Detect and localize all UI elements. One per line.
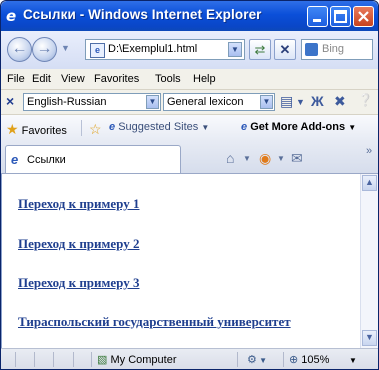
address-dropdown-button[interactable]: ▼ bbox=[228, 42, 242, 57]
cut-icon[interactable]: ✖ bbox=[334, 93, 346, 110]
close-toolbar-icon[interactable]: × bbox=[6, 93, 14, 109]
language-select[interactable]: English-Russian ▼ bbox=[23, 93, 161, 111]
tab-label: Ссылки bbox=[27, 154, 66, 166]
menu-tools[interactable]: Tools bbox=[155, 73, 181, 85]
computer-icon: ▧ bbox=[97, 354, 108, 366]
mail-icon[interactable]: ✉ bbox=[291, 150, 303, 167]
link-example-2[interactable]: Переход к примеру 2 bbox=[18, 236, 139, 252]
close-button[interactable] bbox=[353, 6, 374, 27]
help-icon[interactable]: ❔ bbox=[358, 93, 373, 107]
refresh-icon: ⇄ bbox=[254, 42, 266, 57]
menu-favorites[interactable]: Favorites bbox=[94, 73, 139, 85]
separator bbox=[53, 352, 54, 367]
address-bar[interactable]: e D:\Exemplul1.html ▼ bbox=[85, 39, 245, 60]
chevron-down-icon: ▼ bbox=[201, 123, 210, 132]
search-box[interactable]: Bing bbox=[301, 39, 373, 60]
address-input[interactable]: D:\Exemplul1.html bbox=[108, 43, 197, 55]
ie-icon: e bbox=[109, 121, 116, 133]
scroll-down-button[interactable]: ▼ bbox=[362, 330, 377, 346]
zone-indicator[interactable]: ▧ My Computer bbox=[97, 353, 177, 366]
favorites-bar: ★ Favorites ☆ e Suggested Sites ▼ e Get … bbox=[1, 115, 378, 141]
separator bbox=[81, 120, 82, 136]
link-example-3[interactable]: Переход к примеру 3 bbox=[18, 275, 139, 291]
add-star-icon: ☆ bbox=[89, 121, 102, 137]
search-input[interactable]: Bing bbox=[322, 43, 344, 55]
link-example-1[interactable]: Переход к примеру 1 bbox=[18, 196, 139, 212]
separator bbox=[283, 352, 284, 367]
feeds-dropdown-icon[interactable]: ▼ bbox=[277, 154, 285, 163]
separator bbox=[91, 352, 92, 367]
separator bbox=[73, 352, 74, 367]
favorites-label: Favorites bbox=[21, 125, 67, 137]
forward-arrow-icon: → bbox=[36, 40, 53, 57]
menu-help[interactable]: Help bbox=[193, 73, 216, 85]
suggested-sites-button[interactable]: e Suggested Sites ▼ bbox=[109, 121, 209, 133]
maximize-icon bbox=[334, 10, 347, 23]
back-button[interactable]: ← bbox=[7, 37, 32, 62]
ie-icon: e bbox=[11, 152, 19, 167]
chevron-down-icon: ▼ bbox=[348, 123, 357, 132]
chevron-down-icon: ▼ bbox=[260, 95, 273, 109]
more-tools-icon[interactable]: » bbox=[366, 145, 372, 157]
ie-logo-icon: e bbox=[6, 7, 17, 25]
zoom-level: 105% bbox=[301, 354, 330, 366]
bing-icon bbox=[305, 43, 318, 56]
get-addons-button[interactable]: e Get More Add-ons ▼ bbox=[241, 121, 356, 133]
tab-bar: e Ссылки ⌂ ▼ ◉ ▼ ✉ » bbox=[1, 141, 378, 174]
lexicon-select[interactable]: General lexicon ▼ bbox=[163, 93, 275, 111]
menu-view[interactable]: View bbox=[61, 73, 85, 85]
get-addons-label: Get More Add-ons bbox=[250, 121, 346, 133]
zoom-dropdown-icon[interactable]: ▼ bbox=[349, 356, 357, 365]
home-icon[interactable]: ⌂ bbox=[226, 150, 234, 166]
status-bar: ▧ My Computer ⚙ ▼ ⊕ 105% ▼ bbox=[1, 348, 378, 369]
lexicon-value: General lexicon bbox=[167, 96, 244, 108]
forward-button[interactable]: → bbox=[32, 37, 57, 62]
protected-mode-button[interactable]: ⚙ ▼ bbox=[247, 353, 267, 366]
translate-icon[interactable]: Ж bbox=[311, 93, 324, 109]
history-dropdown-icon[interactable]: ▼ bbox=[61, 43, 70, 53]
maximize-button[interactable] bbox=[330, 6, 351, 27]
navigation-bar: ← → ▼ e D:\Exemplul1.html ▼ ⇄ ✕ Bing bbox=[1, 31, 378, 69]
separator bbox=[237, 352, 238, 367]
minimize-icon bbox=[313, 19, 321, 22]
separator bbox=[15, 352, 16, 367]
vertical-scrollbar[interactable]: ▲ ▼ bbox=[360, 174, 378, 348]
page-content: Переход к примеру 1 Переход к примеру 2 … bbox=[1, 174, 360, 348]
home-dropdown-icon[interactable]: ▼ bbox=[243, 154, 251, 163]
favorites-button[interactable]: ★ Favorites bbox=[6, 121, 67, 138]
scroll-up-button[interactable]: ▲ bbox=[362, 175, 377, 191]
star-icon: ★ bbox=[6, 121, 19, 137]
translation-toolbar: × English-Russian ▼ General lexicon ▼ ▤ … bbox=[1, 90, 378, 115]
minimize-button[interactable] bbox=[307, 6, 328, 27]
zoom-button[interactable]: ⊕ 105% bbox=[289, 353, 329, 366]
print-dropdown-icon[interactable]: ▼ bbox=[296, 97, 305, 107]
menu-file[interactable]: File bbox=[7, 73, 25, 85]
separator bbox=[34, 352, 35, 367]
close-icon bbox=[358, 11, 369, 22]
menu-edit[interactable]: Edit bbox=[32, 73, 51, 85]
feeds-icon[interactable]: ◉ bbox=[259, 150, 271, 167]
tab-links[interactable]: e Ссылки bbox=[5, 145, 181, 173]
stop-icon: ✕ bbox=[279, 42, 291, 57]
page-icon: e bbox=[241, 121, 248, 133]
zone-label: My Computer bbox=[110, 354, 177, 366]
chevron-down-icon: ▼ bbox=[146, 95, 159, 109]
link-university[interactable]: Тираспольский государственный университе… bbox=[18, 314, 291, 330]
menu-bar: File Edit View Favorites Tools Help bbox=[1, 69, 378, 90]
browser-window: e Ссылки - Windows Internet Explorer ← →… bbox=[0, 0, 379, 370]
page-icon: e bbox=[90, 43, 105, 58]
language-value: English-Russian bbox=[27, 96, 107, 108]
zoom-icon: ⊕ bbox=[289, 354, 299, 366]
add-favorite-button[interactable]: ☆ bbox=[89, 121, 102, 138]
print-icon[interactable]: ▤ bbox=[280, 93, 293, 110]
suggested-sites-label: Suggested Sites bbox=[118, 121, 199, 133]
window-title: Ссылки - Windows Internet Explorer bbox=[23, 7, 262, 22]
stop-button[interactable]: ✕ bbox=[274, 39, 296, 60]
title-bar[interactable]: e Ссылки - Windows Internet Explorer bbox=[1, 1, 378, 31]
back-arrow-icon: ← bbox=[11, 40, 28, 57]
refresh-button[interactable]: ⇄ bbox=[249, 39, 271, 60]
